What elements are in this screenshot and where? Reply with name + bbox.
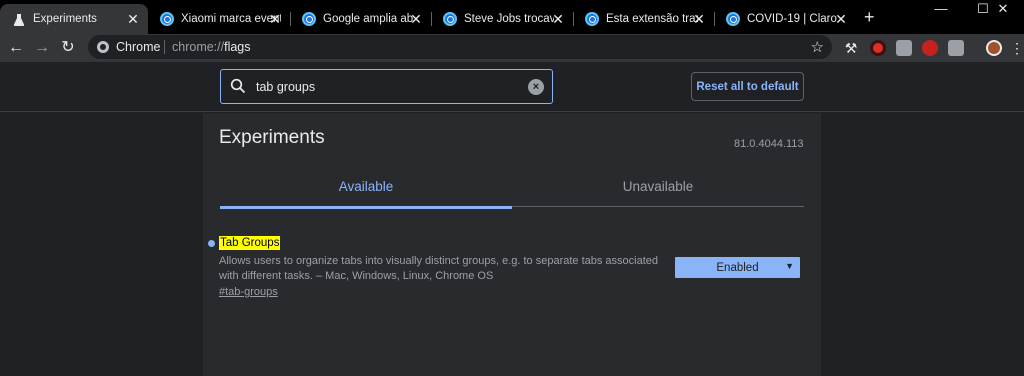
tab-covid[interactable]: COVID-19 | Claro la ✕ — [714, 4, 856, 34]
version-label: 81.0.4044.113 — [734, 138, 804, 150]
close-tab-icon[interactable]: ✕ — [126, 11, 140, 27]
experiment-name: Tab Groups — [219, 236, 281, 250]
url-scheme: chrome:// — [172, 40, 225, 54]
bookmark-star-icon[interactable]: ☆ — [811, 38, 824, 56]
new-tab-button[interactable]: + — [864, 8, 875, 26]
tab-xiaomi[interactable]: Xiaomi marca event ✕ — [148, 4, 291, 34]
site-chip: Chrome — [116, 40, 161, 54]
url-text[interactable]: chrome://flags — [172, 40, 251, 54]
experiments-panel — [203, 113, 821, 376]
experiment-state-select[interactable]: Enabled ▼ — [675, 257, 800, 278]
tab-experiments[interactable]: Experiments ✕ — [0, 4, 148, 34]
select-value: Enabled — [716, 261, 759, 274]
tab-strip: Experiments ✕ Xiaomi marca event ✕ Googl… — [0, 0, 1024, 34]
tab-extensao[interactable]: Esta extensão traz p ✕ — [573, 4, 715, 34]
record-extension-icon[interactable] — [870, 40, 886, 56]
page-title: Experiments — [219, 127, 325, 148]
reload-icon[interactable]: ↻ — [58, 38, 78, 58]
tab-title: Esta extensão traz p — [606, 13, 698, 25]
close-tab-icon[interactable]: ✕ — [409, 11, 423, 27]
minimize-button[interactable]: — — [918, 0, 964, 20]
chat-extension-icon[interactable] — [896, 40, 912, 56]
omnibox-divider — [164, 40, 165, 54]
extension-tools-icon[interactable]: ⚒ — [843, 40, 859, 56]
experiment-permalink[interactable]: #tab-groups — [219, 286, 278, 298]
address-bar[interactable]: Chrome chrome://flags ☆ — [88, 35, 832, 59]
search-query: tab groups — [256, 80, 316, 94]
search-input[interactable]: tab groups × — [220, 69, 553, 104]
url-path: flags — [224, 40, 251, 54]
news-site-icon — [726, 12, 740, 26]
experiment-tabs: Available Unavailable — [220, 165, 804, 209]
close-tab-icon[interactable]: ✕ — [834, 11, 848, 27]
tab-title: COVID-19 | Claro la — [747, 13, 839, 25]
close-tab-icon[interactable]: ✕ — [551, 11, 565, 27]
close-window-button[interactable]: ✕ — [980, 0, 1024, 20]
flask-icon — [12, 12, 26, 26]
news-site-icon — [585, 12, 599, 26]
modified-indicator — [208, 240, 215, 247]
clear-search-icon[interactable]: × — [528, 79, 544, 95]
caret-down-icon: ▼ — [785, 261, 794, 271]
profile-avatar[interactable] — [986, 40, 1002, 56]
close-tab-icon[interactable]: ✕ — [268, 11, 282, 27]
tab-steve-jobs[interactable]: Steve Jobs trocava ✕ — [431, 4, 574, 34]
tab-title: Xiaomi marca event — [181, 13, 281, 25]
forward-arrow-icon[interactable]: → — [32, 38, 52, 58]
tab-unavailable[interactable]: Unavailable — [512, 165, 804, 207]
tab-title: Steve Jobs trocava — [464, 13, 554, 25]
window-extension-icon[interactable] — [948, 40, 964, 56]
tab-available[interactable]: Available — [220, 165, 512, 209]
tab-google[interactable]: Google amplia aba ✕ — [290, 4, 432, 34]
adblock-extension-icon[interactable] — [922, 40, 938, 56]
tab-title: Google amplia aba — [323, 13, 413, 25]
back-arrow-icon[interactable]: ← — [6, 38, 26, 58]
news-site-icon — [443, 12, 457, 26]
chrome-icon — [97, 41, 109, 53]
experiment-description: Allows users to organize tabs into visua… — [219, 255, 659, 282]
news-site-icon — [160, 12, 174, 26]
search-icon — [230, 78, 246, 94]
reset-all-button[interactable]: Reset all to default — [691, 72, 804, 101]
kebab-menu-icon[interactable]: ⋮ — [1010, 40, 1024, 56]
news-site-icon — [302, 12, 316, 26]
close-tab-icon[interactable]: ✕ — [692, 11, 706, 27]
